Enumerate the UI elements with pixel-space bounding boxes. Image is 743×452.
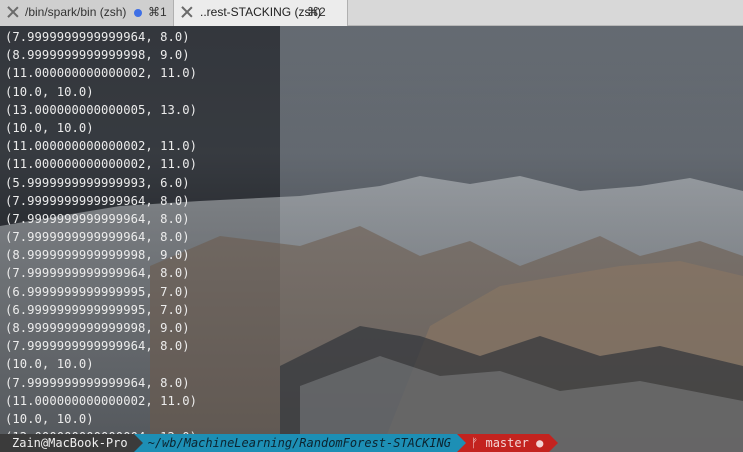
output-line: (8.9999999999999998, 9.0): [5, 321, 190, 335]
tab-title: /bin/spark/bin (zsh): [25, 5, 127, 19]
output-line: (8.9999999999999998, 9.0): [5, 48, 190, 63]
segment-arrow-icon: [457, 434, 467, 452]
output-line: (8.9999999999999998, 9.0): [5, 248, 190, 263]
close-icon[interactable]: [181, 6, 193, 18]
tab-spark-bin[interactable]: /bin/spark/bin (zsh) ⌘1: [0, 0, 174, 26]
tab-title: ..rest-STACKING (zsh): [200, 5, 322, 19]
shell-prompt: Zain@MacBook-Pro ~/wb/MachineLearning/Ra…: [0, 434, 743, 452]
output-line: (10.0, 10.0): [5, 84, 94, 99]
output-line: (7.9999999999999964, 8.0): [5, 30, 190, 44]
output-line: (11.000000000000002, 11.0): [5, 66, 198, 81]
output-line: (10.0, 10.0): [5, 411, 94, 426]
terminal-output: (7.9999999999999964, 8.0) (8.999999999999…: [5, 28, 197, 452]
terminal-pane[interactable]: (7.9999999999999964, 8.0) (8.999999999999…: [0, 26, 743, 452]
output-line: (7.9999999999999964, 8.0): [5, 375, 190, 390]
output-line: (7.9999999999999964, 8.0): [5, 266, 190, 281]
tab-shortcut: ⌘2: [307, 5, 326, 19]
output-line: (7.9999999999999964, 8.0): [5, 211, 190, 226]
output-line: (6.9999999999999995, 7.0): [5, 302, 190, 317]
git-status-icon: ●: [536, 436, 544, 450]
segment-arrow-icon: [133, 434, 143, 452]
output-line: (7.9999999999999964, 8.0): [5, 339, 190, 354]
output-line: (5.9999999999999993, 6.0): [5, 175, 190, 190]
git-branch-text: master: [485, 436, 529, 450]
output-line: (7.9999999999999964, 8.0): [5, 193, 190, 208]
output-line: (7.9999999999999964, 8.0): [5, 230, 190, 245]
segment-arrow-icon: [549, 434, 559, 452]
git-branch-icon: ᚠ: [471, 436, 479, 450]
prompt-git: ᚠ master ●: [457, 434, 559, 452]
output-line: (10.0, 10.0): [5, 120, 94, 135]
path-text: ~/wb/MachineLearning/RandomForest-STACKI…: [147, 436, 452, 450]
tab-bar: /bin/spark/bin (zsh) ⌘1 ..rest-STACKING …: [0, 0, 743, 26]
output-line: (11.000000000000002, 11.0): [5, 393, 198, 408]
output-line: (6.9999999999999995, 7.0): [5, 284, 190, 299]
prompt-user-host: Zain@MacBook-Pro: [0, 434, 143, 452]
output-line: (13.000000000000005, 13.0): [5, 102, 198, 117]
user-host-text: Zain@MacBook-Pro: [12, 436, 128, 450]
tab-rest-stacking[interactable]: ..rest-STACKING (zsh) ⌘2: [174, 0, 348, 26]
output-line: (10.0, 10.0): [5, 357, 94, 372]
output-line: (11.000000000000002, 11.0): [5, 157, 198, 172]
output-line: (11.000000000000002, 11.0): [5, 139, 198, 154]
close-icon[interactable]: [7, 6, 19, 18]
activity-dot-icon: [134, 9, 142, 17]
tab-shortcut: ⌘1: [148, 5, 167, 19]
prompt-path: ~/wb/MachineLearning/RandomForest-STACKI…: [133, 434, 467, 452]
